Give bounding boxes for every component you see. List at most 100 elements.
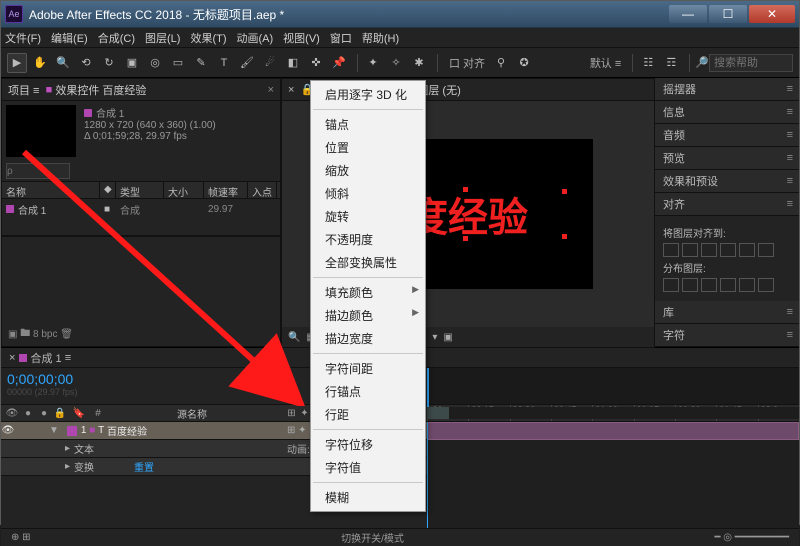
menu-help[interactable]: 帮助(H) — [362, 30, 399, 46]
effects-presets-panel[interactable]: 效果和预设≡ — [655, 170, 799, 193]
dist-2-icon[interactable] — [682, 278, 698, 292]
panel-menu-icon[interactable]: × — [268, 84, 274, 96]
orbit-tool[interactable]: ⟲ — [76, 53, 96, 73]
tl-bottom-icon[interactable]: ⊕ ⊞ — [11, 532, 31, 543]
effect-controls-tab[interactable]: 效果控件 百度经验 — [55, 82, 146, 98]
view-axis-icon[interactable]: ✱ — [409, 53, 429, 73]
layer-bar[interactable] — [427, 422, 799, 440]
magnify-icon[interactable]: 🔍 — [288, 332, 300, 343]
local-axis-icon[interactable]: ✦ — [363, 53, 383, 73]
switch-mode-button[interactable]: 切换开关/模式 — [31, 530, 715, 545]
snap-option2-icon[interactable]: ✪ — [514, 53, 534, 73]
info-panel[interactable]: 信息≡ — [655, 101, 799, 124]
shape-tool[interactable]: ▭ — [168, 53, 188, 73]
workspace-dropdown[interactable]: 默认 ≡ — [590, 55, 621, 71]
snapping-toggle[interactable]: 口 对齐 — [449, 55, 485, 71]
bpc-label[interactable]: 8 bpc — [33, 329, 57, 340]
menu-layer[interactable]: 图层(L) — [145, 30, 180, 46]
transform-reset[interactable]: 重置 — [94, 459, 154, 474]
menu-view[interactable]: 视图(V) — [283, 30, 320, 46]
eye-column-icon[interactable]: 👁 — [5, 406, 19, 420]
zoom-tool[interactable]: 🔍 — [53, 53, 73, 73]
align-left-icon[interactable] — [663, 243, 679, 257]
audio-panel[interactable]: 音频≡ — [655, 124, 799, 147]
context-menu-item[interactable]: 全部变换属性 — [311, 251, 425, 274]
selection-tool[interactable]: ▶ — [7, 53, 27, 73]
camera-tool[interactable]: ▣ — [122, 53, 142, 73]
layer-name[interactable]: 百度经验 — [107, 423, 283, 438]
wiggler-panel[interactable]: 摇摆器≡ — [655, 78, 799, 101]
layer-expand-icon[interactable]: ▼ — [45, 425, 63, 436]
menu-composition[interactable]: 合成(C) — [98, 30, 135, 46]
context-menu-item[interactable]: 启用逐字 3D 化 — [311, 83, 425, 106]
rotation-tool[interactable]: ↻ — [99, 53, 119, 73]
search-help-input[interactable] — [709, 54, 793, 72]
timeline-tab[interactable]: 合成 1 — [31, 350, 62, 366]
clone-tool[interactable]: ☄ — [260, 53, 280, 73]
menu-animation[interactable]: 动画(A) — [237, 30, 274, 46]
context-menu-item[interactable]: 描边宽度 — [311, 327, 425, 350]
align-hcenter-icon[interactable] — [682, 243, 698, 257]
maximize-button[interactable]: ☐ — [709, 5, 747, 23]
trash-icon[interactable]: 🗑 — [60, 329, 73, 340]
menu-edit[interactable]: 编辑(E) — [51, 30, 88, 46]
context-menu-item[interactable]: 填充颜色 — [311, 281, 425, 304]
hand-tool[interactable]: ✋ — [30, 53, 50, 73]
project-tab[interactable]: 项目 ≡ — [8, 82, 39, 98]
context-menu-item[interactable]: 行锚点 — [311, 380, 425, 403]
minimize-button[interactable]: — — [669, 5, 707, 23]
layer-sub-transform[interactable]: ▸ 变换 重置 — [1, 458, 283, 476]
context-menu-item[interactable]: 位置 — [311, 136, 425, 159]
dist-6-icon[interactable] — [758, 278, 774, 292]
pen-tool[interactable]: ✎ — [191, 53, 211, 73]
context-menu-item[interactable]: 锚点 — [311, 113, 425, 136]
close-button[interactable]: ✕ — [749, 5, 795, 23]
layer-sub-text[interactable]: ▸ 文本 — [1, 440, 283, 458]
zoom-slider[interactable]: ━ ◎ ━━━━━━━━━ — [715, 532, 790, 543]
eraser-tool[interactable]: ◧ — [283, 53, 303, 73]
library-panel[interactable]: 库≡ — [655, 301, 799, 324]
dist-3-icon[interactable] — [701, 278, 717, 292]
context-menu-item[interactable]: 描边颜色 — [311, 304, 425, 327]
new-comp-icon[interactable]: ▣ — [8, 329, 17, 340]
eye-icon[interactable]: 👁 — [1, 425, 15, 436]
menu-window[interactable]: 窗口 — [330, 30, 352, 46]
dist-4-icon[interactable] — [720, 278, 736, 292]
context-menu-item[interactable]: 字符位移 — [311, 433, 425, 456]
preview-panel[interactable]: 预览≡ — [655, 147, 799, 170]
roto-tool[interactable]: ✜ — [306, 53, 326, 73]
context-menu-item[interactable]: 模糊 — [311, 486, 425, 509]
context-menu-item[interactable]: 字符间距 — [311, 357, 425, 380]
panel-icon[interactable]: ☷ — [638, 53, 658, 73]
menu-file[interactable]: 文件(F) — [5, 30, 41, 46]
new-folder-icon[interactable]: 🖿 — [20, 326, 30, 343]
timecode[interactable]: 0;00;00;00 — [7, 371, 277, 387]
context-menu-item[interactable]: 缩放 — [311, 159, 425, 182]
playhead[interactable] — [427, 368, 429, 408]
timeline-track-area[interactable] — [427, 422, 799, 528]
layer-row[interactable]: 👁 ▼ 1 ■ T 百度经验 — [1, 422, 283, 440]
context-menu-item[interactable]: 行距 — [311, 403, 425, 426]
context-menu-item[interactable]: 字符值 — [311, 456, 425, 479]
lock-column-icon[interactable]: 🔒 — [53, 406, 67, 420]
character-panel[interactable]: 字符≡ — [655, 324, 799, 347]
align-panel-header[interactable]: 对齐≡ — [655, 193, 799, 216]
menu-effect[interactable]: 效果(T) — [190, 30, 226, 46]
brush-tool[interactable]: 🖌 — [237, 53, 257, 73]
align-bottom-icon[interactable] — [758, 243, 774, 257]
canvas-text[interactable]: 度经验 — [408, 185, 528, 243]
work-area-bar[interactable] — [427, 407, 799, 419]
world-axis-icon[interactable]: ✧ — [386, 53, 406, 73]
pan-behind-tool[interactable]: ◎ — [145, 53, 165, 73]
context-menu-item[interactable]: 不透明度 — [311, 228, 425, 251]
context-menu-item[interactable]: 旋转 — [311, 205, 425, 228]
panel2-icon[interactable]: ☶ — [661, 53, 681, 73]
context-menu-item[interactable]: 倾斜 — [311, 182, 425, 205]
dist-1-icon[interactable] — [663, 278, 679, 292]
puppet-tool[interactable]: 📌 — [329, 53, 349, 73]
project-row[interactable]: 合成 1 ■ 合成 29.97 — [2, 199, 280, 219]
dist-5-icon[interactable] — [739, 278, 755, 292]
snap-option-icon[interactable]: ⚲ — [491, 53, 511, 73]
source-name-column[interactable]: 源名称 — [107, 406, 277, 420]
type-tool[interactable]: T — [214, 53, 234, 73]
